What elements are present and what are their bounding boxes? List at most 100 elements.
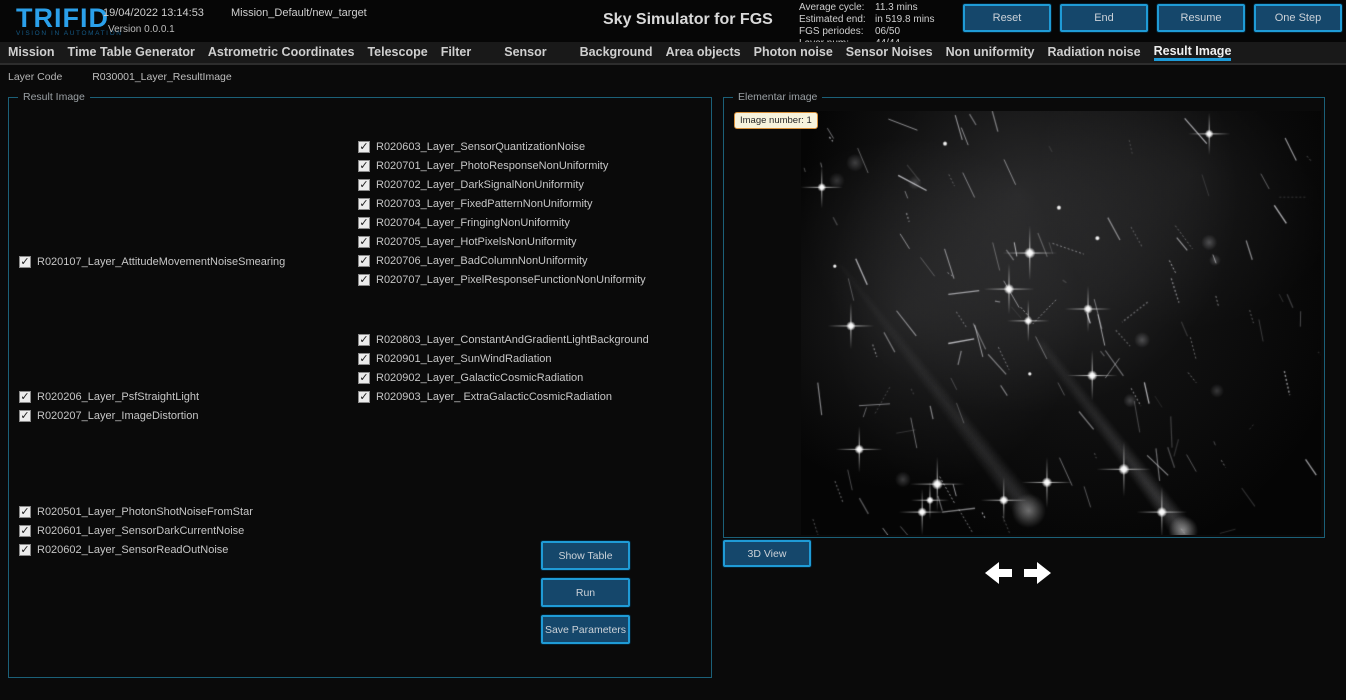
checkbox-label: R020902_Layer_GalacticCosmicRadiation (376, 372, 583, 384)
checkbox-label: R020706_Layer_BadColumnNonUniformity (376, 255, 588, 267)
checkbox-r020601-layer-sensordarkcurrentnoise[interactable]: ✓ (19, 525, 31, 537)
menu-item-filter[interactable]: Filter (441, 45, 472, 61)
layer-checkbox-row: ✓ R020603_Layer_SensorQuantizationNoise (358, 137, 646, 156)
layer-checkbox-row: ✓ R020704_Layer_FringingNonUniformity (358, 213, 646, 232)
checkbox-r020901-layer-sunwindradiation[interactable]: ✓ (358, 353, 370, 365)
elementar-image-panel: Elementar image Image number: 1 (723, 97, 1325, 538)
layer-checkbox-row: ✓ R020206_Layer_PsfStraightLight (19, 387, 199, 406)
show-table-button[interactable]: Show Table (541, 541, 630, 570)
elementar-image-canvas (801, 111, 1321, 535)
menu-item-photon-noise[interactable]: Photon noise (754, 45, 833, 61)
checkbox-label: R020903_Layer_ ExtraGalacticCosmicRadiat… (376, 391, 612, 403)
menu-item-background[interactable]: Background (580, 45, 653, 61)
menu-item-result-image[interactable]: Result Image (1154, 44, 1232, 61)
checkbox-label: R020206_Layer_PsfStraightLight (37, 391, 199, 403)
checkbox-group: ✓R020803_Layer_ConstantAndGradientLightB… (358, 330, 649, 406)
trifid-logo-tagline: VISION IN AUTOMATION (16, 30, 123, 37)
checkbox-r020701-layer-photoresponsenonuniformity[interactable]: ✓ (358, 160, 370, 172)
layer-checkbox-row: ✓ R020903_Layer_ ExtraGalacticCosmicRadia… (358, 387, 649, 406)
menu-item-non-uniformity[interactable]: Non uniformity (946, 45, 1035, 61)
checkbox-r020707-layer-pixelresponsefunctionnonuniformity[interactable]: ✓ (358, 274, 370, 286)
checkbox-r020602-layer-sensorreadoutnoise[interactable]: ✓ (19, 544, 31, 556)
menu-item-area-objects[interactable]: Area objects (666, 45, 741, 61)
checkbox-r020206-layer-psfstraightlight[interactable]: ✓ (19, 391, 31, 403)
datetime-text: 19/04/2022 13:14:53 (103, 7, 204, 19)
layer-checkbox-row: ✓ R020207_Layer_ImageDistortion (19, 406, 199, 425)
layer-code-row: Layer Code R030001_Layer_ResultImage (8, 71, 232, 83)
checkbox-label: R020701_Layer_PhotoResponseNonUniformity (376, 160, 608, 172)
stat-value-fgs-periodes: 06/50 (875, 26, 934, 38)
menu-item-radiation-noise[interactable]: Radiation noise (1048, 45, 1141, 61)
sky-simulator-window: TRIFID VISION IN AUTOMATION 19/04/2022 1… (0, 0, 1346, 700)
checkbox-label: R020601_Layer_SensorDarkCurrentNoise (37, 525, 244, 537)
action-button-group: Show Table Run Save Parameters (541, 541, 630, 644)
layer-checkbox-row: ✓ R020707_Layer_PixelResponseFunctionNonU… (358, 270, 646, 289)
checkbox-r020603-layer-sensorquantizationnoise[interactable]: ✓ (358, 141, 370, 153)
menu-item-astrometric-coordinates[interactable]: Astrometric Coordinates (208, 45, 355, 61)
right-arrow-icon (1037, 562, 1051, 584)
stat-value-average-cycle: 11.3 mins (875, 2, 934, 14)
save-parameters-button[interactable]: Save Parameters (541, 615, 630, 644)
checkbox-r020902-layer-galacticcosmicradiation[interactable]: ✓ (358, 372, 370, 384)
checkbox-r020706-layer-badcolumnnonuniformity[interactable]: ✓ (358, 255, 370, 267)
stat-label-average-cycle: Average cycle: (799, 2, 871, 14)
header-bar: TRIFID VISION IN AUTOMATION 19/04/2022 1… (0, 0, 1346, 42)
elementar-panel-title: Elementar image (733, 91, 822, 103)
stat-value-estimated-end: in 519.8 mins (875, 14, 934, 26)
layer-checkbox-row: ✓ R020901_Layer_SunWindRadiation (358, 349, 649, 368)
checkbox-label: R020207_Layer_ImageDistortion (37, 410, 198, 422)
stat-label-estimated-end: Estimated end: (799, 14, 871, 26)
checkbox-r020803-layer-constantandgradientlightbackground[interactable]: ✓ (358, 334, 370, 346)
header-button-group: Reset End Resume One Step (963, 4, 1342, 32)
layer-checkbox-row: ✓R020803_Layer_ConstantAndGradientLightB… (358, 330, 649, 349)
menu-item-mission[interactable]: Mission (8, 45, 55, 61)
checkbox-r020107-layer-attitudemovementnoisesmearing[interactable]: ✓ (19, 256, 31, 268)
previous-image-arrow[interactable] (985, 562, 1013, 584)
checkbox-label: R020602_Layer_SensorReadOutNoise (37, 544, 228, 556)
layer-checkbox-row: ✓R020501_Layer_PhotonShotNoiseFromStar (19, 502, 253, 521)
layer-checkbox-row: ✓ R020702_Layer_DarkSignalNonUniformity (358, 175, 646, 194)
checkbox-r020207-layer-imagedistortion[interactable]: ✓ (19, 410, 31, 422)
resume-button[interactable]: Resume (1157, 4, 1245, 32)
checkbox-label: R020603_Layer_SensorQuantizationNoise (376, 141, 585, 153)
main-menu-bar: Mission Time Table Generator Astrometric C… (0, 42, 1346, 65)
menu-item-sensor[interactable]: Sensor (504, 45, 546, 61)
checkbox-r020704-layer-fringingnonuniformity[interactable]: ✓ (358, 217, 370, 229)
checkbox-group: ✓ R020107_Layer_AttitudeMovementNoiseSmea… (19, 252, 285, 271)
3d-view-button[interactable]: 3D View (723, 540, 811, 567)
checkbox-r020903-layer-extragalacticcosmicradiation[interactable]: ✓ (358, 391, 370, 403)
checkbox-label: R020107_Layer_AttitudeMovementNoiseSmear… (37, 256, 285, 268)
reset-button[interactable]: Reset (963, 4, 1051, 32)
checkbox-label: R020707_Layer_PixelResponseFunctionNonUn… (376, 274, 646, 286)
menu-item-telescope[interactable]: Telescope (367, 45, 427, 61)
version-text: Version 0.0.0.1 (108, 24, 175, 35)
checkbox-label: R020703_Layer_FixedPatternNonUniformity (376, 198, 592, 210)
checkbox-r020702-layer-darksignalnonuniformity[interactable]: ✓ (358, 179, 370, 191)
layer-checkbox-row: ✓ R020601_Layer_SensorDarkCurrentNoise (19, 521, 253, 540)
layer-checkbox-row: ✓ R020902_Layer_GalacticCosmicRadiation (358, 368, 649, 387)
checkbox-label: R020901_Layer_SunWindRadiation (376, 353, 552, 365)
layer-checkbox-row: ✓ R020701_Layer_PhotoResponseNonUniformit… (358, 156, 646, 175)
run-button[interactable]: Run (541, 578, 630, 607)
end-button[interactable]: End (1060, 4, 1148, 32)
mission-name-text: Mission_Default/new_target (231, 7, 367, 19)
stat-label-fgs-periodes: FGS periodes: (799, 26, 871, 38)
layer-checkbox-row: ✓ R020703_Layer_FixedPatternNonUniformity (358, 194, 646, 213)
menu-item-sensor-noises[interactable]: Sensor Noises (846, 45, 933, 61)
result-panel-title: Result Image (18, 91, 90, 103)
checkbox-r020705-layer-hotpixelsnonuniformity[interactable]: ✓ (358, 236, 370, 248)
checkbox-group: ✓ R020206_Layer_PsfStraightLight ✓ R020207_… (19, 387, 199, 425)
image-number-badge: Image number: 1 (734, 112, 818, 129)
checkbox-label: R020702_Layer_DarkSignalNonUniformity (376, 179, 584, 191)
checkbox-r020501-layer-photonshotnoisefromstar[interactable]: ✓ (19, 506, 31, 518)
checkbox-label: R020704_Layer_FringingNonUniformity (376, 217, 570, 229)
next-image-arrow[interactable] (1023, 562, 1051, 584)
one-step-button[interactable]: One Step (1254, 4, 1342, 32)
layer-checkbox-row: ✓ R020602_Layer_SensorReadOutNoise (19, 540, 253, 559)
menu-item-time-table-generator[interactable]: Time Table Generator (68, 45, 195, 61)
checkbox-group: ✓R020501_Layer_PhotonShotNoiseFromStar✓R… (19, 502, 253, 559)
checkbox-group: ✓R020603_Layer_SensorQuantizationNoise✓R… (358, 137, 646, 289)
checkbox-r020703-layer-fixedpatternnonuniformity[interactable]: ✓ (358, 198, 370, 210)
left-arrow-icon (985, 562, 999, 584)
layer-checkbox-row: ✓R020705_Layer_HotPixelsNonUniformity (358, 232, 646, 251)
